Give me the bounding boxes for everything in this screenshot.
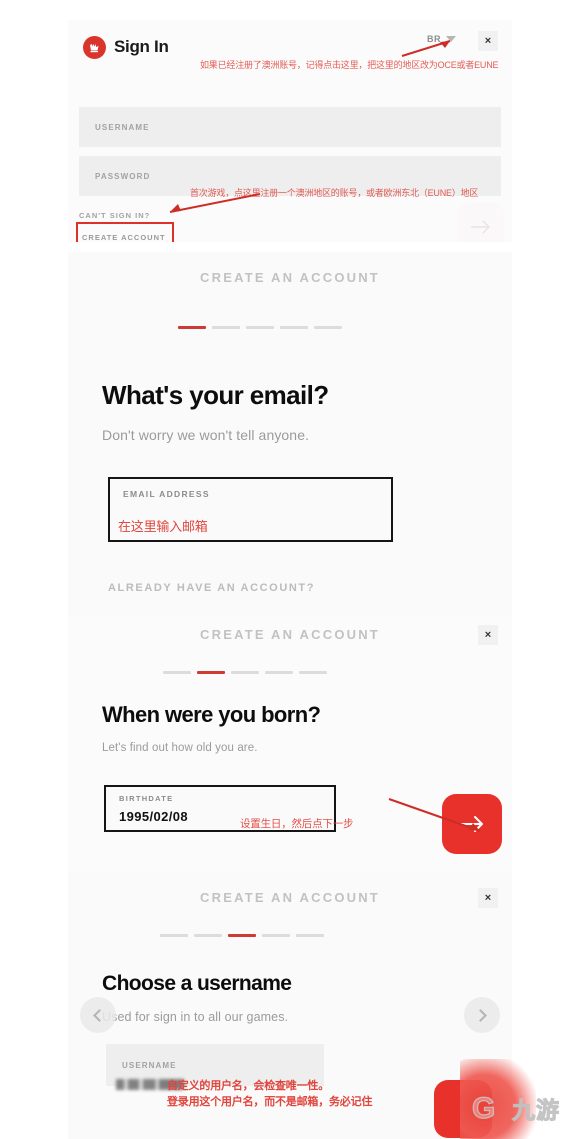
create-account-link-highlight[interactable]: CREATE ACCOUNT [76, 222, 174, 242]
progress-segment-5 [299, 671, 327, 674]
cant-sign-in-link[interactable]: CAN'T SIGN IN? [79, 211, 150, 220]
birthdate-step-panel: CREATE AN ACCOUNT × When were you born? … [68, 617, 512, 872]
username-input-label: USERNAME [95, 122, 150, 132]
birthdate-next-button[interactable] [442, 794, 502, 854]
sign-in-panel: Sign In BR × USERNAME PASSWORD CAN'T SIG… [68, 20, 512, 242]
watermark: G 九游 [460, 1055, 580, 1139]
progress-segment-3 [246, 326, 274, 329]
username-close-button[interactable]: × [478, 888, 498, 908]
annotation-email: 在这里输入邮箱 [118, 519, 208, 534]
birthdate-step-header: CREATE AN ACCOUNT [200, 627, 380, 642]
email-step-panel: CREATE AN ACCOUNT What's your email? Don… [68, 252, 512, 617]
username-step-progress [160, 934, 324, 937]
chevron-right-icon [474, 1008, 487, 1022]
progress-segment-4 [280, 326, 308, 329]
progress-segment-3 [231, 671, 259, 674]
email-step-subtitle: Don't worry we won't tell anyone. [102, 427, 310, 443]
username-step-header: CREATE AN ACCOUNT [200, 890, 380, 905]
progress-segment-4 [265, 671, 293, 674]
password-input-label: PASSWORD [95, 171, 151, 181]
previous-step-button[interactable] [80, 997, 116, 1033]
chevron-down-icon [446, 36, 456, 42]
birthdate-close-button[interactable]: × [478, 625, 498, 645]
annotation-create-account: 首次游戏，点这里注册一个澳洲地区的账号，或者欧洲东北（EUNE）地区 [190, 188, 479, 198]
username-step-subtitle: Used for sign in to all our games. [102, 1010, 289, 1024]
email-step-question: What's your email? [102, 380, 329, 410]
create-account-link: CREATE ACCOUNT [82, 233, 166, 242]
birthdate-step-question: When were you born? [102, 702, 321, 727]
progress-segment-2 [197, 671, 225, 674]
progress-segment-1 [178, 326, 206, 329]
sign-in-title: Sign In [114, 37, 169, 56]
progress-segment-1 [163, 671, 191, 674]
region-selector[interactable]: BR [427, 34, 456, 44]
sign-in-next-button[interactable] [457, 203, 504, 242]
progress-segment-1 [160, 934, 188, 937]
region-code-label: BR [427, 34, 441, 44]
birthdate-input-label: BIRTHDATE [119, 794, 174, 803]
riot-fist-logo-icon [83, 36, 106, 59]
email-address-input-label: EMAIL ADDRESS [123, 489, 210, 499]
already-have-account-link[interactable]: ALREADY HAVE AN ACCOUNT? [108, 582, 315, 594]
username-input[interactable]: USERNAME [79, 107, 501, 147]
birthdate-step-subtitle: Let's find out how old you are. [102, 742, 258, 754]
progress-segment-3 [228, 934, 256, 937]
next-step-button[interactable] [464, 997, 500, 1033]
close-button[interactable]: × [478, 31, 498, 51]
screenshot-page: Sign In BR × USERNAME PASSWORD CAN'T SIG… [0, 0, 580, 1139]
arrow-right-icon [460, 816, 483, 832]
annotation-username-line1: 自定义的用户名，会检查唯一性。 [167, 1080, 329, 1092]
email-step-progress [178, 326, 342, 329]
progress-segment-5 [296, 934, 324, 937]
arrow-right-icon [470, 219, 490, 234]
progress-segment-5 [314, 326, 342, 329]
annotation-username-line2: 登录用这个用户名，而不是邮箱，务必记住 [167, 1096, 373, 1108]
watermark-logo-icon: G [471, 1091, 496, 1125]
progress-segment-2 [194, 934, 222, 937]
annotation-region: 如果已经注册了澳洲账号，记得点击这里，把这里的地区改为OCE或者EUNE [200, 60, 499, 70]
progress-segment-4 [262, 934, 290, 937]
username-step-question: Choose a username [102, 972, 292, 995]
annotation-birthdate: 设置生日，然后点下一步 [240, 818, 354, 830]
progress-segment-2 [212, 326, 240, 329]
username-step-input-label: USERNAME [122, 1060, 177, 1070]
chevron-left-icon [93, 1008, 106, 1022]
birthdate-step-progress [163, 671, 327, 674]
fist-glyph [90, 43, 99, 52]
watermark-text: 九游 [512, 1097, 560, 1124]
email-step-header: CREATE AN ACCOUNT [200, 270, 380, 285]
birthdate-input-value: 1995/02/08 [119, 809, 189, 824]
